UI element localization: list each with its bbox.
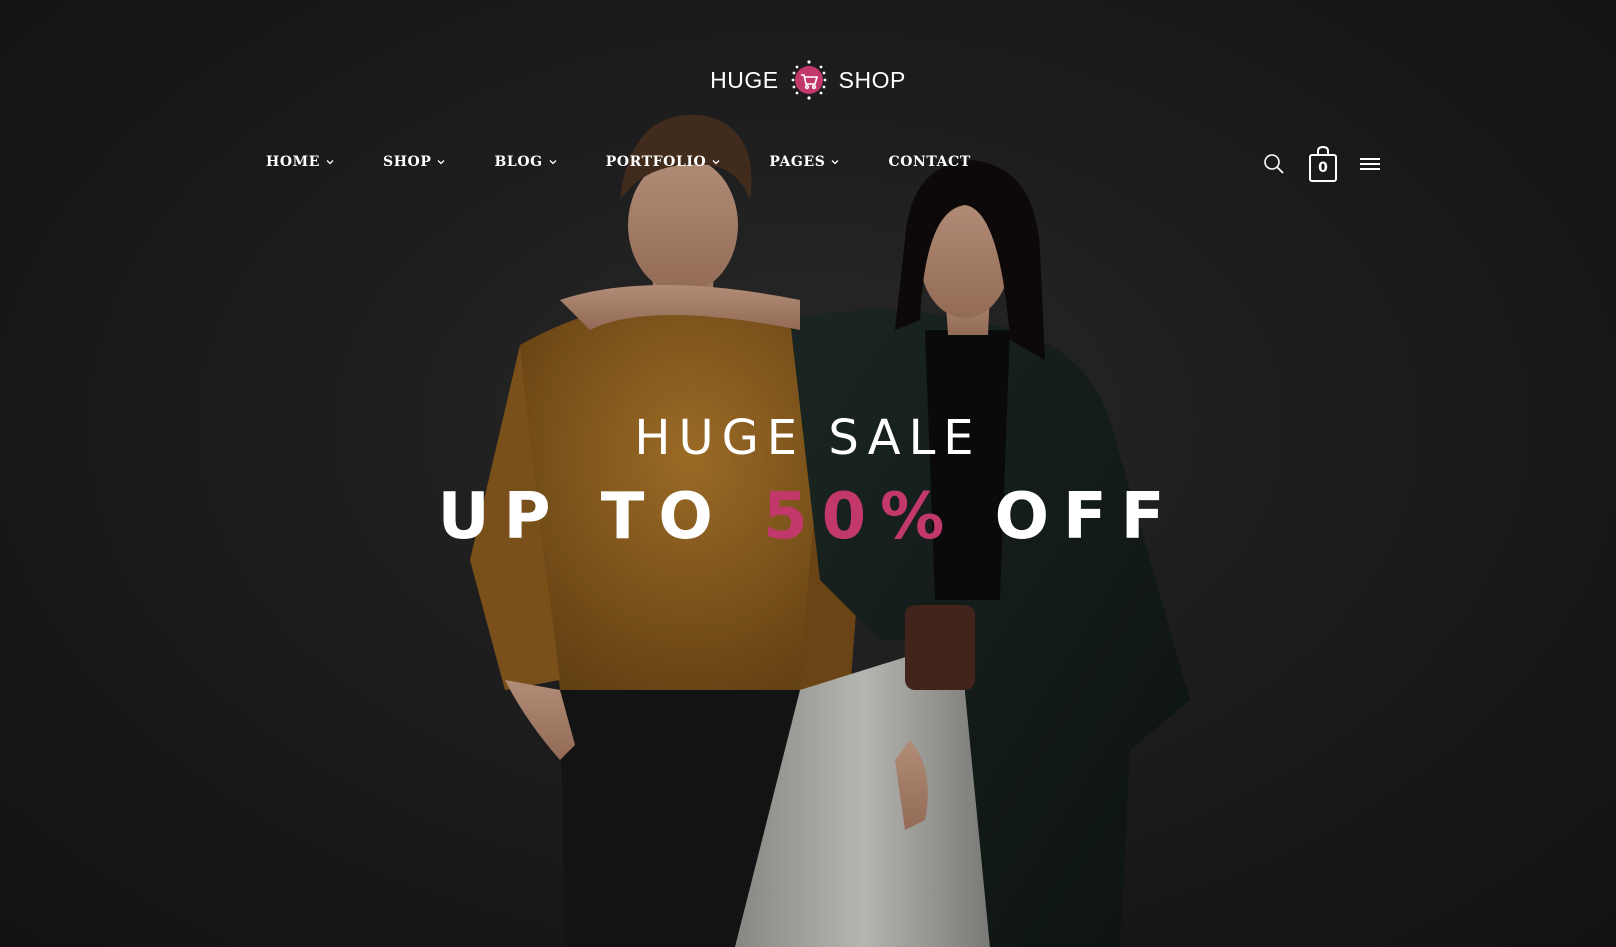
header-tools: 0 [1262,145,1380,182]
nav-item-label: CONTACT [888,154,971,170]
search-icon[interactable] [1262,152,1286,176]
logo-word-left: HUGE [710,66,779,93]
nav-item-label: BLOG [494,154,543,170]
nav-item-home[interactable]: HOME [266,154,334,170]
cart-button[interactable]: 0 [1308,145,1338,182]
chevron-down-icon [438,160,445,165]
cart-count-badge: 0 [1318,160,1328,176]
sale-offer: UP TO 50% OFF [0,480,1616,554]
site-logo[interactable]: HUGE SHOP [0,58,1616,102]
logo-word-right: SHOP [838,66,906,93]
sale-headline: HUGE SALE [634,410,982,466]
chevron-down-icon [832,160,839,165]
nav-item-label: HOME [266,154,320,170]
nav-item-shop[interactable]: SHOP [383,154,445,170]
nav-item-pages[interactable]: PAGES [769,154,839,170]
hero-banner: HUGE SHOP HOME SHOP BLOG PORTFOLIO PAGES… [0,0,1616,947]
hero-models-image [0,0,1616,947]
chevron-down-icon [326,160,334,165]
nav-item-portfolio[interactable]: PORTFOLIO [606,154,721,170]
nav-item-label: PAGES [769,154,826,170]
nav-item-contact[interactable]: CONTACT [888,154,970,170]
chevron-down-icon [549,160,557,165]
shopping-cart-emblem-icon [791,60,827,100]
offer-prefix: UP TO [437,480,727,554]
nav-item-label: PORTFOLIO [605,154,707,170]
hamburger-menu-icon[interactable] [1360,156,1380,172]
nav-item-label: SHOP [383,154,432,170]
chevron-down-icon [712,160,720,165]
main-navigation: HOME SHOP BLOG PORTFOLIO PAGES CONTACT [266,154,1020,170]
nav-item-blog[interactable]: BLOG [494,154,557,170]
offer-suffix: OFF [994,480,1179,554]
offer-value: 50% [763,480,959,554]
